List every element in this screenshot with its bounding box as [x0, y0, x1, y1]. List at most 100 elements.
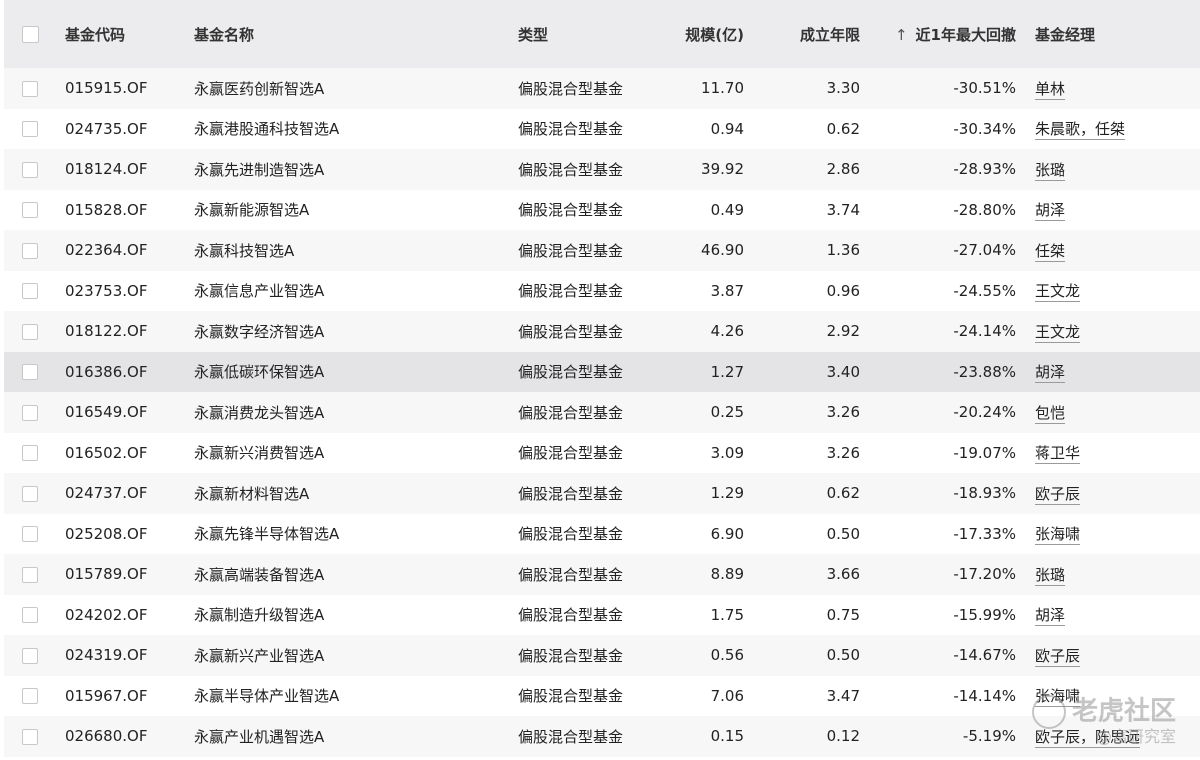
manager-link[interactable]: 任桀	[1035, 241, 1066, 262]
row-checkbox[interactable]	[22, 363, 38, 381]
table-row[interactable]: 026680.OF 永赢产业机遇智选A 偏股混合型基金 0.15 0.12 -5.19% 欧…	[4, 716, 1200, 757]
row-checkbox[interactable]	[22, 322, 38, 340]
watermark: 老虎社区 @富研究室	[1031, 695, 1176, 746]
row-checkbox[interactable]	[22, 484, 38, 502]
manager-link[interactable]: 包恺	[1035, 403, 1066, 424]
table-row[interactable]: 023753.OF 永赢信息产业智选A 偏股混合型基金 3.87 0.96 -24.55%…	[4, 270, 1200, 311]
table-row[interactable]: 024737.OF 永赢新材料智选A 偏股混合型基金 1.29 0.62 -18.93% 欧…	[4, 473, 1200, 514]
manager-link[interactable]: 张海啸	[1035, 525, 1081, 546]
fund-name: 永赢数字经济智选A	[194, 322, 325, 341]
fund-type: 偏股混合型基金	[518, 363, 624, 382]
fund-manager[interactable]: 张璐	[1035, 159, 1066, 181]
header-name[interactable]: 基金名称	[194, 24, 254, 45]
row-checkbox[interactable]	[22, 79, 38, 97]
table-row[interactable]: 018124.OF 永赢先进制造智选A 偏股混合型基金 39.92 2.86 -28.93…	[4, 149, 1200, 190]
manager-link[interactable]: 张璐	[1035, 160, 1066, 181]
table-row[interactable]: 022364.OF 永赢科技智选A 偏股混合型基金 46.90 1.36 -27.04% 任…	[4, 230, 1200, 271]
fund-drawdown: -18.93%	[953, 484, 1016, 503]
manager-link[interactable]: 王文龙	[1035, 282, 1081, 303]
fund-years: 3.26	[826, 443, 860, 462]
row-checkbox[interactable]	[22, 687, 38, 705]
fund-type: 偏股混合型基金	[518, 484, 624, 503]
fund-years: 0.12	[826, 727, 860, 746]
row-checkbox[interactable]	[22, 160, 38, 178]
fund-manager[interactable]: 胡泽	[1035, 199, 1066, 222]
header-type[interactable]: 类型	[518, 24, 548, 45]
manager-link[interactable]: 王文龙	[1035, 322, 1081, 343]
header-years[interactable]: 成立年限	[800, 24, 860, 45]
fund-manager[interactable]: 胡泽	[1035, 604, 1066, 627]
fund-manager[interactable]: 张璐	[1035, 564, 1066, 586]
table-row[interactable]: 015967.OF 永赢半导体产业智选A 偏股混合型基金 7.06 3.47 -14.14…	[4, 675, 1200, 716]
fund-scale: 0.56	[710, 646, 744, 665]
fund-type: 偏股混合型基金	[518, 79, 624, 98]
manager-link[interactable]: 张璐	[1035, 565, 1066, 586]
fund-years: 3.26	[826, 403, 860, 422]
table-row[interactable]: 025208.OF 永赢先锋半导体智选A 偏股混合型基金 6.90 0.50 -17.33…	[4, 513, 1200, 554]
table-row[interactable]: 016549.OF 永赢消费龙头智选A 偏股混合型基金 0.25 3.26 -20.24%…	[4, 392, 1200, 433]
header-manager[interactable]: 基金经理	[1035, 24, 1095, 45]
row-checkbox[interactable]	[22, 120, 38, 138]
fund-manager[interactable]: 胡泽	[1035, 361, 1066, 384]
manager-link[interactable]: 单林	[1035, 79, 1066, 100]
row-checkbox[interactable]	[22, 646, 38, 664]
row-checkbox[interactable]	[22, 727, 38, 745]
fund-scale: 6.90	[710, 524, 744, 543]
fund-manager[interactable]: 朱晨歌，任桀	[1035, 118, 1126, 141]
header-code[interactable]: 基金代码	[65, 24, 125, 45]
table-row[interactable]: 018122.OF 永赢数字经济智选A 偏股混合型基金 4.26 2.92 -24.14%…	[4, 311, 1200, 352]
select-all-checkbox[interactable]	[22, 25, 39, 43]
fund-manager[interactable]: 张海啸	[1035, 523, 1081, 546]
fund-manager[interactable]: 包恺	[1035, 402, 1066, 424]
fund-manager[interactable]: 单林	[1035, 78, 1066, 100]
table-row[interactable]: 024735.OF 永赢港股通科技智选A 偏股混合型基金 0.94 0.62 -30.34…	[4, 108, 1200, 149]
fund-type: 偏股混合型基金	[518, 241, 624, 260]
fund-code: 016549.OF	[65, 403, 148, 422]
sort-ascending-icon[interactable]: ↑	[895, 26, 908, 44]
fund-code: 024319.OF	[65, 646, 148, 665]
row-checkbox[interactable]	[22, 241, 38, 259]
fund-manager[interactable]: 蒋卫华	[1035, 442, 1081, 465]
row-checkbox[interactable]	[22, 201, 38, 219]
row-checkbox[interactable]	[22, 282, 38, 300]
fund-type: 偏股混合型基金	[518, 646, 624, 665]
manager-link[interactable]: 朱晨歌，任桀	[1035, 120, 1126, 141]
manager-link[interactable]: 欧子辰	[1035, 646, 1081, 667]
fund-name: 永赢低碳环保智选A	[194, 363, 325, 382]
table-row[interactable]: 016386.OF 永赢低碳环保智选A 偏股混合型基金 1.27 3.40 -23.88%…	[4, 351, 1200, 392]
fund-name: 永赢先进制造智选A	[194, 160, 325, 179]
manager-link[interactable]: 胡泽	[1035, 201, 1066, 222]
table-row[interactable]: 024202.OF 永赢制造升级智选A 偏股混合型基金 1.75 0.75 -15.99%…	[4, 594, 1200, 635]
table-row[interactable]: 024319.OF 永赢新兴产业智选A 偏股混合型基金 0.56 0.50 -14.67%…	[4, 635, 1200, 676]
fund-years: 3.40	[826, 362, 860, 381]
header-drawdown[interactable]: ↑ 近1年最大回撤	[895, 24, 1016, 45]
fund-code: 018124.OF	[65, 160, 148, 179]
fund-drawdown: -17.20%	[953, 565, 1016, 584]
tiger-logo-icon	[1031, 695, 1066, 730]
row-checkbox[interactable]	[22, 565, 38, 583]
fund-manager[interactable]: 任桀	[1035, 240, 1066, 262]
watermark-title: 老虎社区	[1071, 696, 1176, 727]
fund-drawdown: -14.67%	[953, 646, 1016, 665]
header-scale[interactable]: 规模(亿)	[685, 24, 744, 45]
manager-link[interactable]: 胡泽	[1035, 606, 1066, 627]
fund-manager[interactable]: 欧子辰	[1035, 645, 1081, 667]
fund-manager[interactable]: 王文龙	[1035, 321, 1081, 343]
row-checkbox[interactable]	[22, 403, 38, 421]
row-checkbox[interactable]	[22, 444, 38, 462]
fund-manager[interactable]: 欧子辰	[1035, 483, 1081, 505]
manager-link[interactable]: 蒋卫华	[1035, 444, 1081, 465]
manager-link[interactable]: 胡泽	[1035, 363, 1066, 384]
table-row[interactable]: 015915.OF 永赢医药创新智选A 偏股混合型基金 11.70 3.30 -30.51…	[4, 68, 1200, 109]
table-row[interactable]: 015789.OF 永赢高端装备智选A 偏股混合型基金 8.89 3.66 -17.20%…	[4, 554, 1200, 595]
table-row[interactable]: 016502.OF 永赢新兴消费智选A 偏股混合型基金 3.09 3.26 -19.07%…	[4, 432, 1200, 473]
fund-years: 0.62	[826, 484, 860, 503]
fund-manager[interactable]: 王文龙	[1035, 280, 1081, 303]
table-row[interactable]: 015828.OF 永赢新能源智选A 偏股混合型基金 0.49 3.74 -28.80% 胡…	[4, 189, 1200, 230]
manager-link[interactable]: 欧子辰	[1035, 484, 1081, 505]
fund-type: 偏股混合型基金	[518, 201, 624, 220]
row-checkbox[interactable]	[22, 606, 38, 624]
row-checkbox[interactable]	[22, 525, 38, 543]
fund-drawdown: -17.33%	[953, 524, 1016, 543]
fund-years: 0.50	[826, 524, 860, 543]
